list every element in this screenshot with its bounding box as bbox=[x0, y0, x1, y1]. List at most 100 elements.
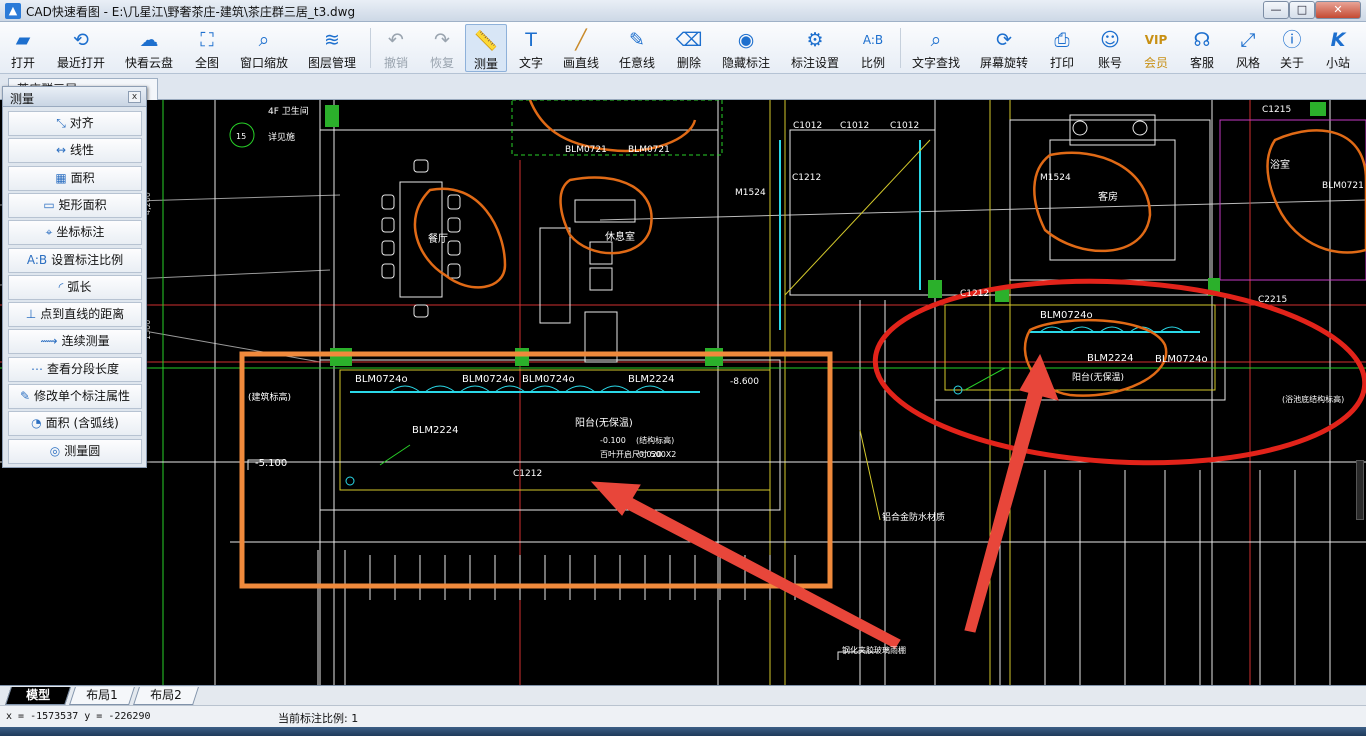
print-button[interactable]: ⎙ 打印 bbox=[1044, 24, 1080, 72]
measure-item-label: 测量圆 bbox=[64, 443, 101, 458]
drawing-label: -8.600 bbox=[730, 377, 759, 387]
scale-button[interactable]: A:B 比例 bbox=[854, 24, 892, 72]
area-icon: ▦ bbox=[55, 170, 67, 185]
minimize-button[interactable]: — bbox=[1263, 1, 1289, 19]
drawing-label: (结构标高) bbox=[636, 435, 674, 445]
drawing-label: BLM0721 bbox=[628, 145, 670, 155]
drawing-label: BLM2224 bbox=[628, 374, 675, 385]
measure-panel-close-button[interactable]: x bbox=[128, 91, 141, 103]
tab-model[interactable]: 模型 bbox=[5, 687, 71, 705]
canvas-scrollbar[interactable] bbox=[1356, 460, 1364, 520]
measure-item-label: 线性 bbox=[70, 143, 95, 158]
hide-annotation-button[interactable]: ◉ 隐藏标注 bbox=[718, 24, 774, 72]
arc-length-icon: ◜ bbox=[58, 279, 64, 294]
drawing-label: 阳台(无保温) bbox=[575, 416, 633, 429]
measure-item-12[interactable]: ◔ 面积 (含弧线) bbox=[8, 411, 142, 437]
folder-open-icon: ▰ bbox=[15, 29, 31, 51]
measure-item-10[interactable]: ⋯ 查看分段长度 bbox=[8, 356, 142, 382]
measure-item-2[interactable]: ↔ 线性 bbox=[8, 138, 142, 164]
undo-icon: ↶ bbox=[388, 29, 404, 51]
measure-item-1[interactable]: ⤡ 对齐 bbox=[8, 111, 142, 136]
rotate-screen-button[interactable]: ⟳ 屏幕旋转 bbox=[976, 24, 1032, 72]
measure-panel-title: 测量 bbox=[10, 92, 35, 106]
markup-sketches bbox=[413, 100, 1366, 397]
toolbar-separator bbox=[900, 28, 901, 68]
layout-tab-bar: 模型 布局1 布局2 bbox=[0, 685, 1366, 705]
redo-icon: ↷ bbox=[434, 29, 450, 51]
drawing-label: M1524 bbox=[735, 188, 766, 198]
measure-panel-header[interactable]: 测量 x bbox=[3, 87, 146, 107]
layer-manager-button[interactable]: ≋ 图层管理 bbox=[304, 24, 360, 72]
os-taskbar bbox=[0, 727, 1366, 736]
drawing-canvas[interactable]: 4F 卫生间 详见施 15 BLM0721 BLM0721 餐厅 休息室 C1012 C1012… bbox=[0, 100, 1366, 685]
sofa bbox=[539, 227, 571, 324]
balcony-outline bbox=[339, 369, 771, 491]
measure-button[interactable]: 📏 测量 bbox=[465, 24, 507, 72]
lamp bbox=[1132, 120, 1148, 136]
tab-layout2[interactable]: 布局2 bbox=[133, 687, 199, 705]
account-button[interactable]: ☺ 账号 bbox=[1092, 24, 1128, 72]
open-button[interactable]: ▰ 打开 bbox=[4, 24, 42, 72]
maximize-button[interactable]: □ bbox=[1289, 1, 1315, 19]
drawing-label: 钢化夹胶玻璃雨棚 bbox=[842, 645, 906, 655]
drawing-label: BLM0724o bbox=[1155, 354, 1208, 365]
leader-line bbox=[784, 139, 931, 296]
measure-item-8[interactable]: ⊥ 点到直线的距离 bbox=[8, 302, 142, 328]
measure-item-7[interactable]: ◜ 弧长 bbox=[8, 274, 142, 300]
eraser-icon: ⌫ bbox=[675, 29, 703, 51]
style-button[interactable]: ⤢ 风格 bbox=[1230, 24, 1266, 72]
sketch-circle-guest bbox=[1033, 151, 1152, 253]
text-search-button[interactable]: ⌕ 文字查找 bbox=[908, 24, 964, 72]
measure-item-4[interactable]: ▭ 矩形面积 bbox=[8, 192, 142, 218]
leader-line bbox=[859, 429, 881, 521]
column bbox=[928, 280, 942, 298]
sketch-circle-bath bbox=[1266, 129, 1366, 254]
measure-item-6[interactable]: A:B 设置标注比例 bbox=[8, 247, 142, 273]
drawing-label: 餐厅 bbox=[428, 232, 448, 245]
freehand-line-button[interactable]: ✎ 任意线 bbox=[614, 24, 660, 72]
annotation-scale-status: 当前标注比例: 1 bbox=[278, 712, 359, 725]
coordinate-icon: ⌖ bbox=[45, 225, 53, 240]
measure-item-label: 查看分段长度 bbox=[46, 361, 119, 376]
column bbox=[705, 348, 723, 366]
measure-item-label: 坐标标注 bbox=[56, 225, 105, 240]
recent-open-button[interactable]: ⟲ 最近打开 bbox=[52, 24, 110, 72]
circle-measure-icon: ◎ bbox=[49, 443, 61, 458]
tab-layout1[interactable]: 布局1 bbox=[69, 687, 135, 705]
draw-line-button[interactable]: ╱ 画直线 bbox=[558, 24, 604, 72]
side-table bbox=[589, 267, 613, 291]
measure-item-5[interactable]: ⌖ 坐标标注 bbox=[8, 220, 142, 246]
edit-annotation-icon: ✎ bbox=[19, 389, 31, 403]
measure-item-3[interactable]: ▦ 面积 bbox=[8, 165, 142, 191]
drawing-label: 浴室 bbox=[1270, 158, 1290, 171]
annotation-settings-button[interactable]: ⚙ 标注设置 bbox=[786, 24, 844, 72]
window-zoom-button[interactable]: ⌕ 窗口缩放 bbox=[236, 24, 292, 72]
delete-button[interactable]: ⌫ 删除 bbox=[670, 24, 708, 72]
slope-arrow bbox=[964, 367, 1006, 391]
measure-item-9[interactable]: ⟿ 连续测量 bbox=[8, 329, 142, 355]
drawing-label: BLM0721 bbox=[1322, 181, 1364, 191]
vip-button[interactable]: VIP 会员 bbox=[1138, 24, 1174, 72]
column bbox=[1310, 102, 1326, 116]
arrow-up-shaft bbox=[964, 369, 1049, 633]
redo-button[interactable]: ↷ 恢复 bbox=[424, 24, 460, 72]
undo-button[interactable]: ↶ 撤销 bbox=[378, 24, 414, 72]
measure-item-label: 修改单个标注属性 bbox=[34, 389, 131, 403]
measure-item-11[interactable]: ✎ 修改单个标注属性 bbox=[8, 384, 142, 409]
eye-hidden-icon: ◉ bbox=[737, 29, 755, 51]
text-icon: T bbox=[525, 29, 537, 51]
markup-arrows bbox=[590, 353, 1059, 649]
text-search-icon: ⌕ bbox=[930, 29, 942, 51]
site-button[interactable]: K 小站 bbox=[1320, 24, 1356, 72]
cloud-disk-button[interactable]: ☁ 快看云盘 bbox=[120, 24, 178, 72]
about-button[interactable]: ⓘ 关于 bbox=[1274, 24, 1310, 72]
measure-item-13[interactable]: ◎ 测量圆 bbox=[8, 438, 142, 464]
fit-all-button[interactable]: ⛶ 全图 bbox=[188, 24, 226, 72]
drawing-text-layer: 4F 卫生间详见施 15 BLM0721 BLM0721 餐厅 休息室 C1012 C1012… bbox=[236, 105, 1364, 655]
text-button[interactable]: T 文字 bbox=[513, 24, 549, 72]
cad-app-icon: ▲ bbox=[5, 3, 21, 19]
customer-service-button[interactable]: ☊ 客服 bbox=[1184, 24, 1220, 72]
cad-drawing[interactable]: 4F 卫生间详见施 15 BLM0721 BLM0721 餐厅 休息室 C1012 C1012… bbox=[0, 100, 1366, 685]
drawing-label: C1012 bbox=[890, 121, 919, 131]
close-button[interactable]: ✕ bbox=[1315, 1, 1361, 19]
